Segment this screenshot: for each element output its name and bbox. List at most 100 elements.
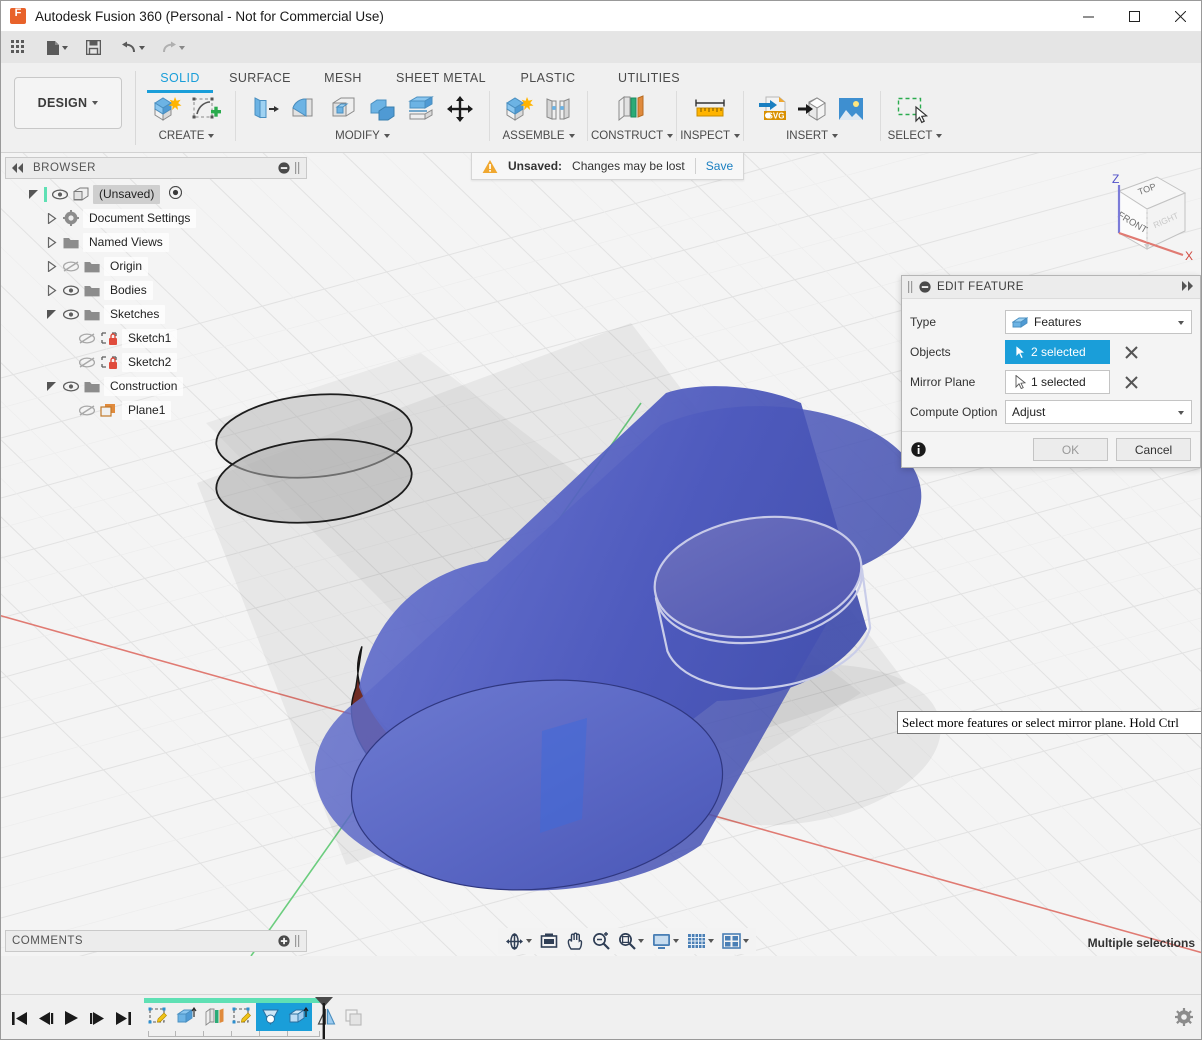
browser-item-construction[interactable]: Construction	[5, 374, 307, 398]
maximize-button[interactable]	[1111, 1, 1157, 32]
display-settings-button[interactable]	[649, 930, 682, 952]
new-component-icon[interactable]	[501, 91, 537, 127]
workspace-selector[interactable]: DESIGN	[14, 77, 122, 129]
timeline-marker[interactable]	[314, 997, 332, 1037]
timeline-feature-pending[interactable]	[340, 1003, 368, 1031]
timeline-feature-plane[interactable]	[200, 1003, 228, 1031]
shell-icon[interactable]	[325, 91, 361, 127]
ribbon-panel-assemble-label[interactable]: ASSEMBLE	[503, 130, 575, 142]
save-link[interactable]: Save	[706, 159, 733, 173]
pan-button[interactable]	[563, 930, 587, 952]
fit-button[interactable]	[615, 930, 647, 952]
minus-circle-icon[interactable]	[919, 281, 931, 293]
browser-item-sketch2[interactable]: Sketch2	[5, 350, 307, 374]
browser-item-bodies[interactable]: Bodies	[5, 278, 307, 302]
visibility-eye-icon[interactable]	[51, 188, 68, 201]
timeline-feature-revolve[interactable]	[256, 1003, 284, 1031]
grid-snaps-button[interactable]	[684, 930, 717, 952]
ok-button[interactable]: OK	[1033, 438, 1108, 461]
visibility-eye-off-icon[interactable]	[78, 332, 95, 345]
browser-item-document-settings[interactable]: Document Settings	[5, 206, 307, 230]
resize-handle-icon[interactable]	[295, 935, 300, 947]
visibility-eye-off-icon[interactable]	[62, 260, 79, 273]
create-extrude-icon[interactable]	[149, 91, 185, 127]
objects-selection-button[interactable]: 2 selected	[1005, 340, 1110, 364]
expand-triangle-icon[interactable]	[45, 212, 58, 225]
orbit-button[interactable]	[502, 930, 535, 952]
visibility-eye-off-icon[interactable]	[78, 356, 95, 369]
type-dropdown[interactable]: Features	[1005, 310, 1192, 334]
expand-triangle-icon[interactable]	[45, 260, 58, 273]
mirror-plane-selection-button[interactable]: 1 selected	[1005, 370, 1110, 394]
look-at-button[interactable]	[537, 930, 561, 952]
visibility-eye-icon[interactable]	[62, 308, 79, 321]
combine-icon[interactable]	[364, 91, 400, 127]
plus-circle-icon[interactable]	[278, 935, 290, 947]
joint-icon[interactable]	[540, 91, 576, 127]
measure-icon[interactable]	[692, 91, 728, 127]
timeline-settings-button[interactable]	[1175, 1008, 1193, 1029]
viewport-canvas[interactable]: Unsaved: Changes may be lost Save BROWSE…	[1, 153, 1202, 956]
minimize-button[interactable]	[1065, 1, 1111, 32]
offset-face-icon[interactable]	[403, 91, 439, 127]
insert-svg-icon[interactable]: SVG	[755, 91, 791, 127]
ribbon-tab-surface[interactable]: SURFACE	[219, 67, 301, 89]
undo-button[interactable]	[116, 32, 150, 63]
browser-item-sketch1[interactable]: Sketch1	[5, 326, 307, 350]
expand-right-icon[interactable]	[1181, 281, 1194, 291]
create-sketch-icon[interactable]	[188, 91, 224, 127]
step-forward-button[interactable]	[84, 1002, 110, 1034]
browser-item-named-views[interactable]: Named Views	[5, 230, 307, 254]
ribbon-tab-plastic[interactable]: PLASTIC	[497, 67, 599, 89]
press-pull-icon[interactable]	[247, 91, 283, 127]
insert-image-icon[interactable]	[833, 91, 869, 127]
ribbon-panel-insert-label[interactable]: INSERT	[786, 130, 838, 142]
objects-clear-button[interactable]	[1119, 340, 1143, 364]
comments-panel[interactable]: COMMENTS	[5, 930, 307, 952]
app-grid-button[interactable]	[6, 32, 31, 63]
view-cube[interactable]: TOP FRONT RIGHT Z X	[1085, 163, 1195, 263]
timeline-feature-extrude-2[interactable]	[284, 1003, 312, 1031]
step-back-button[interactable]	[32, 1002, 58, 1034]
ribbon-tab-solid[interactable]: SOLID	[141, 67, 219, 89]
ribbon-panel-inspect-label[interactable]: INSPECT	[680, 130, 740, 142]
go-to-end-button[interactable]	[110, 1002, 136, 1034]
dialog-grip-icon[interactable]	[908, 281, 913, 293]
expand-triangle-icon[interactable]	[45, 284, 58, 297]
resize-handle-icon[interactable]	[295, 162, 300, 174]
ribbon-panel-create-label[interactable]: CREATE	[159, 130, 215, 142]
radio-icon[interactable]	[169, 186, 182, 202]
ribbon-panel-select-label[interactable]: SELECT	[888, 130, 943, 142]
ribbon-tab-mesh[interactable]: MESH	[301, 67, 385, 89]
move-copy-icon[interactable]	[442, 91, 478, 127]
visibility-eye-off-icon[interactable]	[78, 404, 95, 417]
select-window-icon[interactable]	[892, 91, 938, 127]
browser-item-sketches[interactable]: Sketches	[5, 302, 307, 326]
expand-triangle-icon[interactable]	[45, 236, 58, 249]
ribbon-tab-sheet-metal[interactable]: SHEET METAL	[385, 67, 497, 89]
close-button[interactable]	[1157, 1, 1202, 32]
minus-circle-icon[interactable]	[278, 162, 290, 174]
new-file-button[interactable]	[41, 32, 73, 63]
browser-item-origin[interactable]: Origin	[5, 254, 307, 278]
expand-triangle-icon[interactable]	[45, 308, 58, 321]
mirror-plane-clear-button[interactable]	[1119, 370, 1143, 394]
go-to-start-button[interactable]	[6, 1002, 32, 1034]
viewports-button[interactable]	[719, 930, 752, 952]
compute-option-dropdown[interactable]: Adjust	[1005, 400, 1192, 424]
zoom-button[interactable]	[589, 930, 613, 952]
browser-item-plane1[interactable]: Plane1	[5, 398, 307, 422]
expand-triangle-icon[interactable]	[45, 380, 58, 393]
visibility-eye-icon[interactable]	[62, 380, 79, 393]
fillet-icon[interactable]	[286, 91, 322, 127]
timeline-feature-sketch-2[interactable]	[228, 1003, 256, 1031]
redo-button[interactable]	[156, 32, 190, 63]
info-icon[interactable]	[911, 442, 926, 457]
insert-mesh-icon[interactable]	[794, 91, 830, 127]
save-button[interactable]	[81, 32, 106, 63]
offset-plane-icon[interactable]	[614, 91, 650, 127]
ribbon-tab-utilities[interactable]: UTILITIES	[599, 67, 699, 89]
browser-item-unsaved[interactable]: (Unsaved)	[5, 182, 307, 206]
timeline-feature-sketch[interactable]	[144, 1003, 172, 1031]
collapse-left-icon[interactable]	[12, 163, 25, 173]
